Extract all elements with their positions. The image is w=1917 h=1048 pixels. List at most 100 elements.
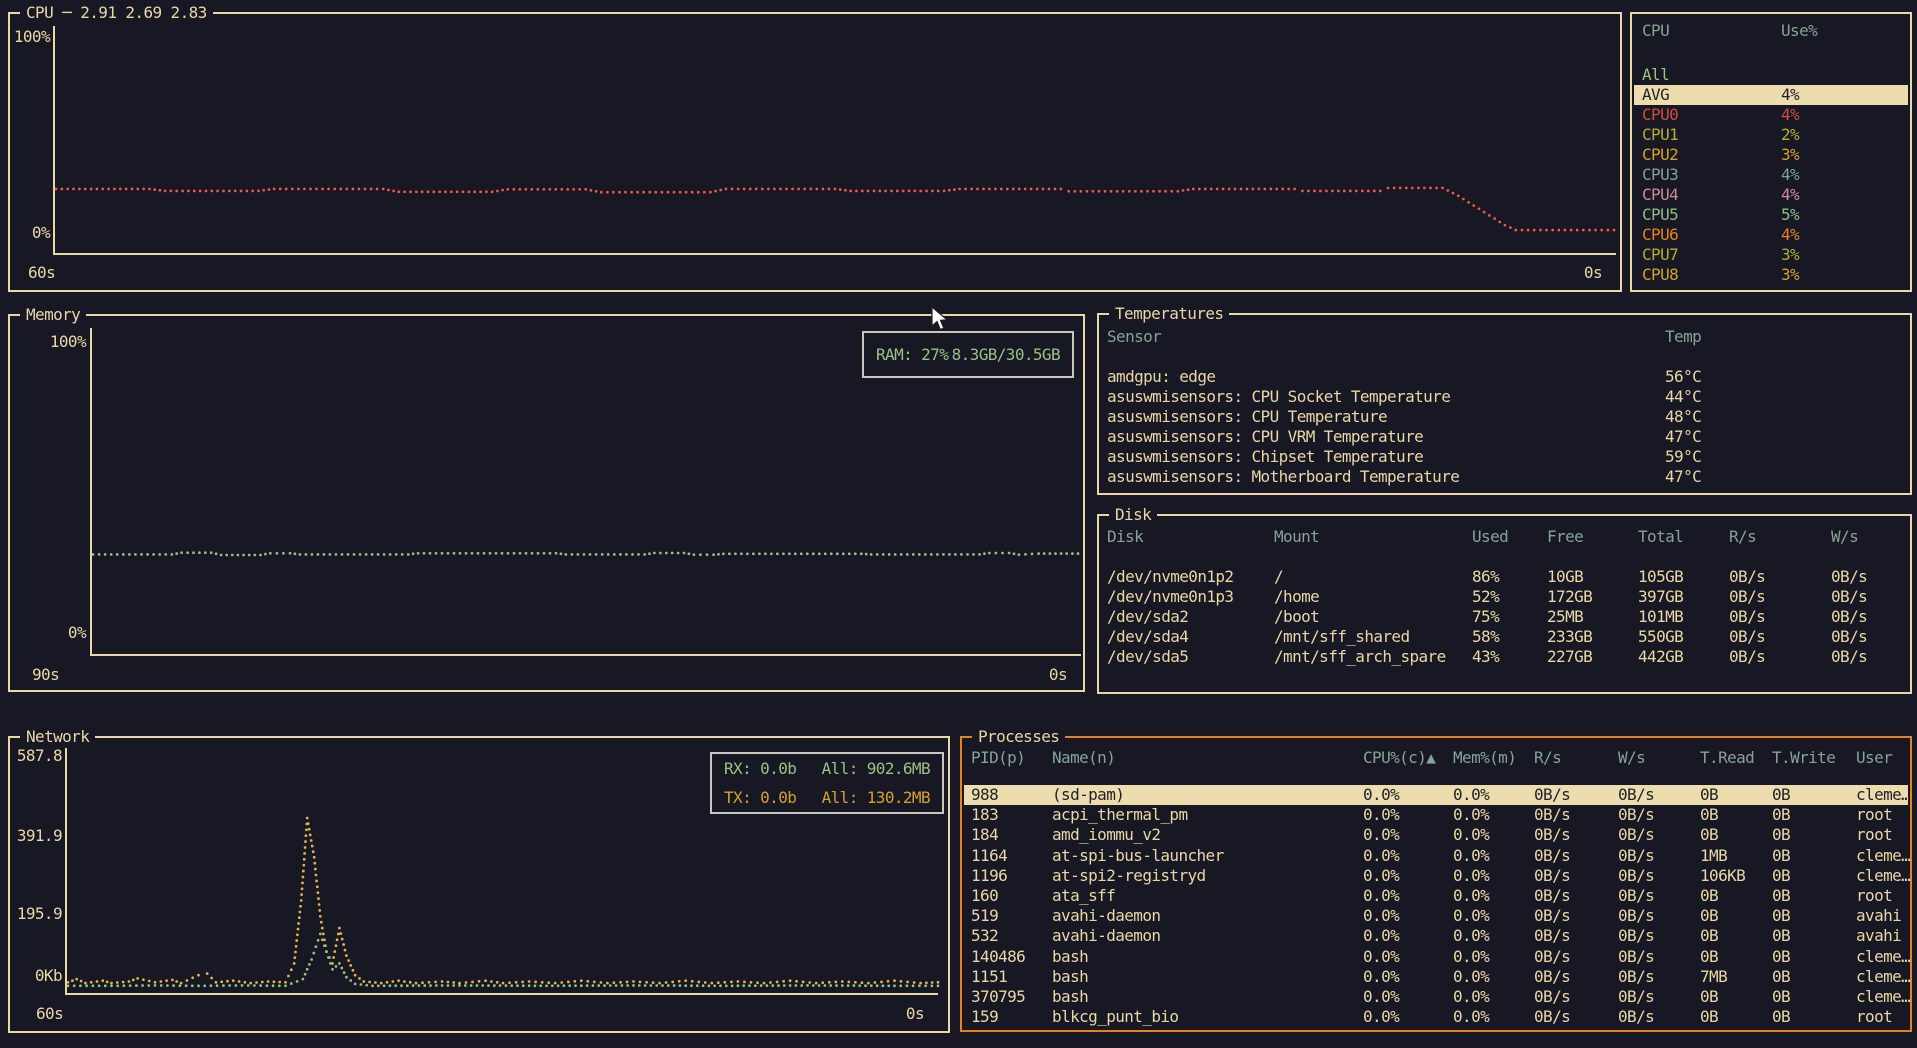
process-cell: 0.0% [1363, 987, 1400, 1006]
process-cell: 988 [971, 785, 999, 804]
disk-cell: 0B/s [1831, 567, 1868, 586]
disk-cell: /mnt/sff_shared [1274, 627, 1410, 646]
process-column-header[interactable]: R/s [1534, 748, 1562, 768]
process-row[interactable]: 370795 bash 0.0% 0.0% 0B/s 0B/s 0B 0B cleme… [964, 987, 1911, 1007]
process-row[interactable]: 159 blkcg_punt_bio 0.0% 0.0% 0B/s 0B/s 0B 0B roo… [964, 1007, 1908, 1027]
process-cell: (sd-pam) [1052, 785, 1125, 804]
cpu-legend-row[interactable]: CPU3 4% [1634, 165, 1908, 185]
temperature-row: asuswmisensors: Motherboard Temperature 4… [1101, 467, 1908, 487]
temp-value: 44°C [1665, 387, 1702, 406]
process-cell: 0B [1700, 926, 1719, 946]
process-cell: 0B [1772, 865, 1791, 885]
sensor-name: asuswmisensors: CPU Socket Temperature [1107, 387, 1451, 406]
process-cell: acpi_thermal_pm [1052, 805, 1188, 825]
temp-value: 47°C [1665, 427, 1702, 446]
process-row[interactable]: 160 ata_sff 0.0% 0.0% 0B/s 0B/s 0B 0B root [964, 886, 1908, 906]
disk-cell: 0B/s [1729, 567, 1766, 586]
cpu-legend-panel[interactable]: CPU Use% All AVG 4% CPU0 4% CPU1 2% CPU2 3% CPU3 4% C… [1630, 12, 1912, 292]
temperatures-panel[interactable]: Temperatures Sensor Temp amdgpu: edge 56°C a… [1097, 303, 1912, 495]
disk-cell: 0B/s [1729, 627, 1766, 646]
disk-cell: 0B/s [1831, 587, 1868, 606]
process-column-header[interactable]: Name(n) [1052, 748, 1116, 768]
process-column-header[interactable]: User [1856, 748, 1893, 768]
process-cell: 0B/s [1618, 1007, 1655, 1027]
process-column-header[interactable]: T.Write [1772, 748, 1836, 768]
cpu-legend-row[interactable]: All [1634, 65, 1908, 85]
process-row[interactable]: 532 avahi-daemon 0.0% 0.0% 0B/s 0B/s 0B 0B avahi [964, 926, 1908, 946]
disk-header: R/s [1729, 527, 1757, 546]
process-cell: 532 [971, 926, 999, 946]
cpu-legend-row[interactable]: CPU0 4% [1634, 105, 1908, 125]
process-column-header[interactable]: Mem%(m) [1453, 748, 1517, 768]
disk-cell: 227GB [1547, 647, 1593, 666]
processes-panel-title: Processes [972, 726, 1066, 748]
disk-cell: 397GB [1638, 587, 1684, 606]
cpu-usage-value: 5% [1781, 205, 1800, 224]
process-row[interactable]: 140486 bash 0.0% 0.0% 0B/s 0B/s 0B 0B cleme… [964, 946, 1911, 967]
process-cell: 519 [971, 906, 999, 926]
disk-cell: 105GB [1638, 567, 1684, 586]
process-row[interactable]: 184 amd_iommu_v2 0.0% 0.0% 0B/s 0B/s 0B 0B root [964, 825, 1908, 845]
process-cell: root [1856, 886, 1893, 905]
cpu-legend-row[interactable]: CPU8 3% [1634, 265, 1908, 285]
cpu-legend-row[interactable]: CPU4 4% [1634, 185, 1908, 205]
temperature-row: asuswmisensors: CPU Socket Temperature 44… [1101, 387, 1908, 407]
ram-percent: RAM: 27% [876, 345, 949, 364]
process-cell: 0B [1700, 1007, 1719, 1027]
cpu-legend-row[interactable]: AVG 4% [1634, 85, 1908, 105]
cpu-legend-row[interactable]: CPU7 3% [1634, 245, 1908, 265]
network-panel[interactable]: Network 587.8 391.9 195.9 0Kb 60s 0s RX:… [8, 726, 950, 1033]
cpu-name: CPU3 [1642, 165, 1679, 184]
process-cell: 0.0% [1453, 926, 1490, 946]
disk-panel[interactable]: Disk Disk Mount Used Free Total R/s W/s/dev/nv… [1097, 504, 1912, 694]
temp-value: 48°C [1665, 407, 1702, 426]
cpu-legend-row[interactable]: CPU5 5% [1634, 205, 1908, 225]
cpu-chart-panel[interactable]: CPU ─ 2.91 2.69 2.83 100% 0% 60s 0s [8, 2, 1622, 292]
disk-cell: 101MB [1638, 607, 1684, 626]
process-row[interactable]: 1164 at-spi-bus-launcher 0.0% 0.0% 0B/s 0B/s 1… [964, 845, 1911, 866]
disk-cell: 0B/s [1831, 647, 1868, 666]
process-cell: 0B/s [1618, 926, 1655, 946]
ram-usage-badge: RAM: 27% 8.3GB/30.5GB [862, 331, 1074, 378]
disk-cell: 75% [1472, 607, 1500, 626]
cpu-usage-value: 3% [1781, 245, 1800, 264]
processes-header-row[interactable]: PID(p) Name(n) CPU%(c)▲ Mem%(m) R/s W/s T.Read… [964, 748, 1908, 768]
process-cell: 0.0% [1363, 946, 1400, 966]
process-cell: 0B [1772, 926, 1791, 946]
disk-cell: 58% [1472, 627, 1500, 646]
process-cell: root [1856, 1007, 1893, 1027]
process-column-header[interactable]: W/s [1618, 748, 1646, 768]
processes-panel[interactable]: Processes PID(p) Name(n) CPU%(c)▲ Mem%(m) R/… [960, 726, 1912, 1032]
process-cell: 140486 [971, 946, 1026, 966]
cpu-title-text: CPU [26, 3, 54, 22]
process-row[interactable]: 519 avahi-daemon 0.0% 0.0% 0B/s 0B/s 0B 0B avahi [964, 906, 1908, 926]
process-cell: 0.0% [1453, 966, 1490, 986]
disk-cell: 25MB [1547, 607, 1584, 626]
process-cell: 0B/s [1618, 987, 1655, 1006]
process-row[interactable]: 183 acpi_thermal_pm 0.0% 0.0% 0B/s 0B/s 0B 0B ro… [964, 805, 1908, 825]
process-column-header[interactable]: T.Read [1700, 748, 1755, 768]
disk-cell: /dev/sda4 [1107, 627, 1189, 646]
process-column-header[interactable]: CPU%(c)▲ [1363, 748, 1436, 768]
cpu-legend-row[interactable]: CPU6 4% [1634, 225, 1908, 245]
cpu-legend-row[interactable]: CPU1 2% [1634, 125, 1908, 145]
process-cell: 1MB [1700, 845, 1728, 865]
process-cell: cleme… [1856, 946, 1911, 966]
process-cell: 0.0% [1453, 987, 1490, 1006]
process-cell: 0.0% [1363, 845, 1400, 865]
temp-header: Sensor [1107, 327, 1162, 346]
process-row[interactable]: 1196 at-spi2-registryd 0.0% 0.0% 0B/s 0B/s 106… [964, 865, 1911, 886]
process-row[interactable]: 1151 bash 0.0% 0.0% 0B/s 0B/s 7MB 0B cleme… [964, 966, 1911, 987]
mouse-cursor [931, 306, 949, 331]
memory-panel[interactable]: Memory 100% 0% 90s 0s RAM: 27% 8.3GB/30.… [8, 304, 1085, 692]
process-cell: 0B [1772, 785, 1791, 804]
disk-row: /dev/sda4/mnt/sff_shared 58% 233GB 550GB 0B/… [1101, 627, 1908, 647]
disk-cell: 0B/s [1831, 607, 1868, 626]
process-cell: 0.0% [1363, 906, 1400, 926]
process-row[interactable]: 988 (sd-pam) 0.0% 0.0% 0B/s 0B/s 0B 0B cleme… [964, 785, 1911, 805]
process-cell: 0.0% [1453, 825, 1490, 845]
cpu-legend-row[interactable]: CPU2 3% [1634, 145, 1908, 165]
cpu-usage-value: 2% [1781, 125, 1800, 144]
process-cell: blkcg_punt_bio [1052, 1007, 1179, 1027]
process-column-header[interactable]: PID(p) [971, 748, 1026, 768]
